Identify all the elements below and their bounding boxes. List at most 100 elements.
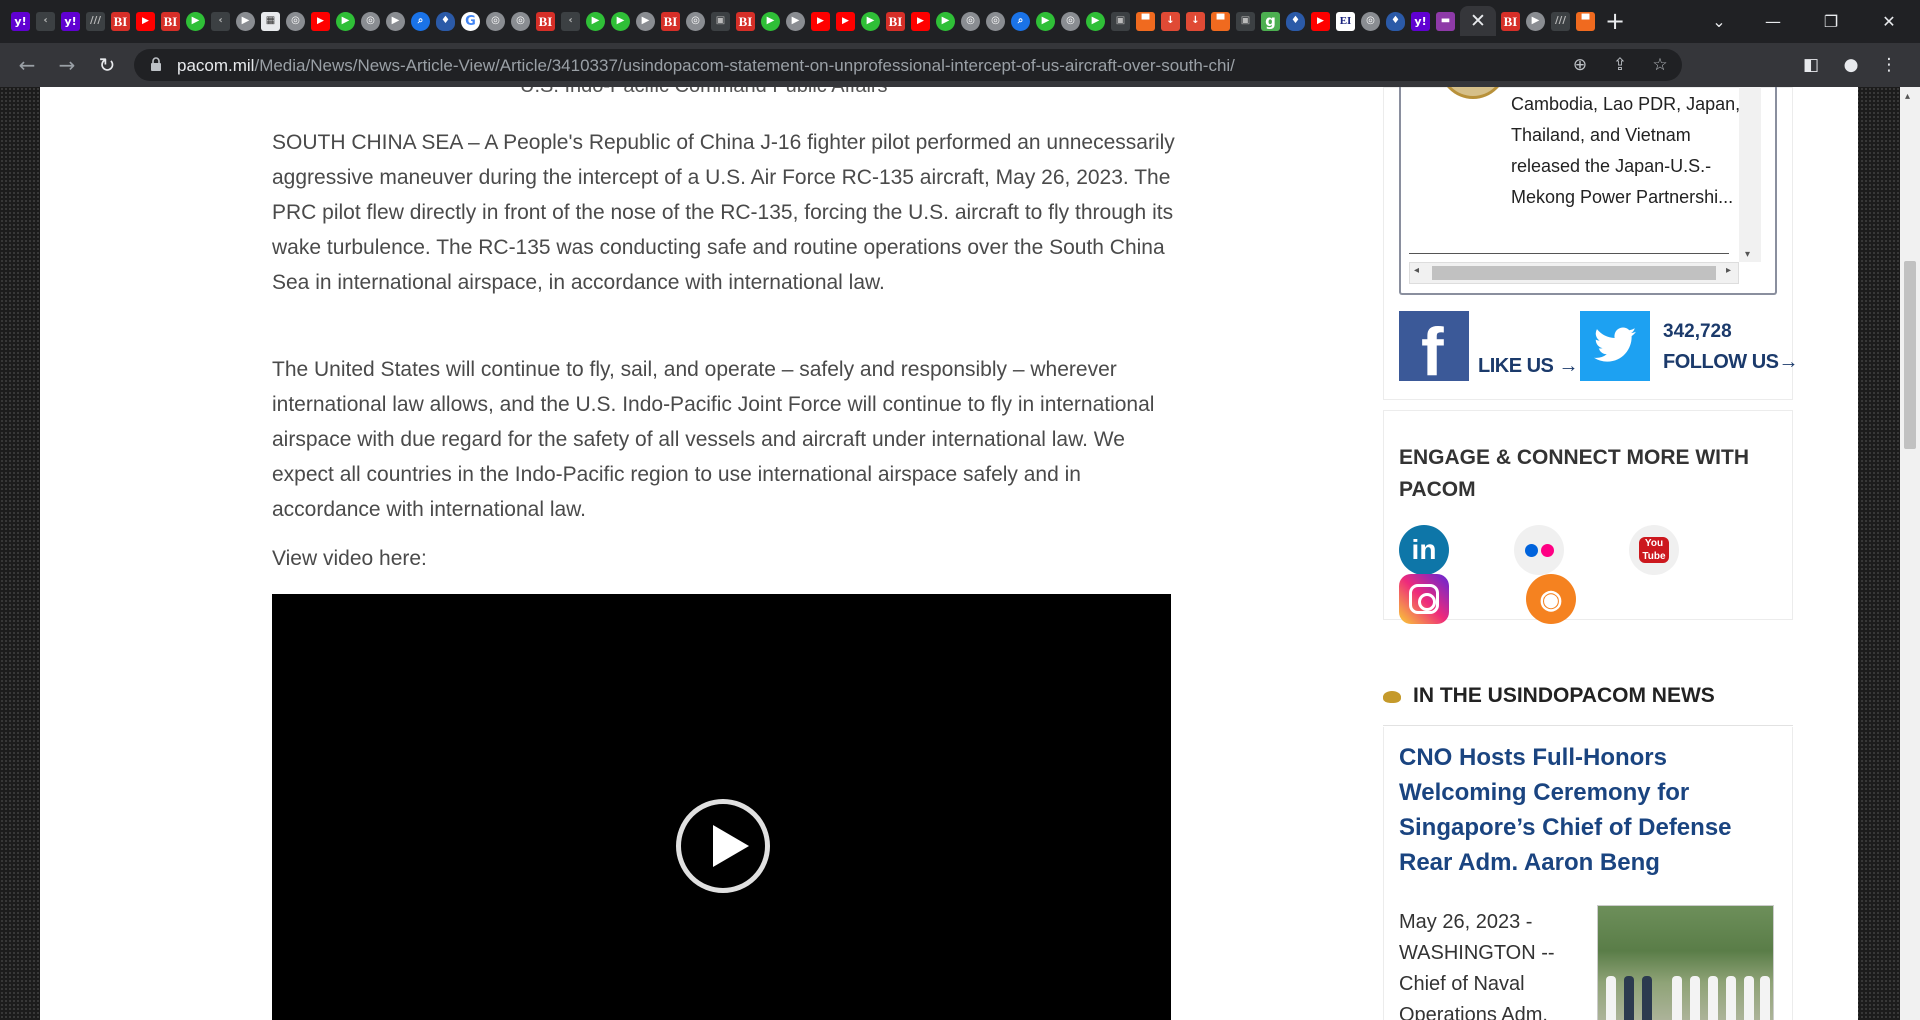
browser-tab[interactable]: ▶ (183, 6, 208, 36)
play-icon[interactable] (676, 799, 770, 893)
close-tab-icon[interactable]: ✕ (1470, 10, 1486, 32)
menu-kebab-icon[interactable]: ⋮ (1876, 52, 1902, 78)
browser-tab[interactable]: BI (883, 6, 908, 36)
browser-tab[interactable]: ◎ (483, 6, 508, 36)
browser-tab[interactable]: ▬ (1433, 6, 1458, 36)
browser-tab[interactable]: G (458, 6, 483, 36)
browser-tab[interactable]: ♦ (1283, 6, 1308, 36)
scroll-down-icon[interactable]: ▾ (1745, 249, 1750, 260)
browser-tab[interactable]: BI (658, 6, 683, 36)
side-panel-icon[interactable]: ◧ (1798, 52, 1824, 78)
browser-tab[interactable]: ▶ (333, 6, 358, 36)
widget-scroll-thumb[interactable] (1432, 266, 1716, 280)
browser-tab[interactable]: ▶ (133, 6, 158, 36)
browser-tab[interactable]: /// (1548, 6, 1573, 36)
back-button[interactable]: ← (12, 50, 42, 80)
linkedin-icon[interactable]: in (1399, 525, 1449, 575)
forward-button[interactable]: → (52, 50, 82, 80)
like-us-link[interactable]: LIKE US → (1478, 355, 1578, 378)
reload-button[interactable]: ↻ (92, 50, 122, 80)
scroll-right-icon[interactable]: ▸ (1726, 265, 1731, 276)
browser-tab[interactable]: ▶ (758, 6, 783, 36)
widget-vertical-scrollbar[interactable]: ▾ (1739, 87, 1761, 262)
browser-tab[interactable]: BI (733, 6, 758, 36)
profile-icon[interactable]: ● (1838, 52, 1864, 78)
browser-tab[interactable]: ▣ (1233, 6, 1258, 36)
browser-tab[interactable]: ◎ (508, 6, 533, 36)
browser-tab[interactable]: ▣ (708, 6, 733, 36)
browser-tab[interactable]: ▶ (608, 6, 633, 36)
address-bar[interactable]: pacom.mil/Media/News/News-Article-View/A… (134, 49, 1682, 81)
scroll-left-icon[interactable]: ◂ (1414, 265, 1419, 276)
browser-tab[interactable]: ▶ (808, 6, 833, 36)
browser-tab[interactable]: ‹ (208, 6, 233, 36)
follow-us-link[interactable]: FOLLOW US→ (1663, 351, 1798, 374)
browser-tab[interactable]: ▶ (383, 6, 408, 36)
browser-tab[interactable]: ↓ (1183, 6, 1208, 36)
widget-horizontal-scrollbar[interactable]: ◂ ▸ (1409, 262, 1739, 284)
facebook-logo[interactable]: f (1399, 311, 1469, 390)
browser-tab[interactable]: ▶ (933, 6, 958, 36)
news-item-thumbnail[interactable] (1597, 905, 1774, 1020)
browser-tab[interactable]: ◎ (1058, 6, 1083, 36)
browser-tab[interactable]: BI (158, 6, 183, 36)
browser-tab[interactable]: ▶ (633, 6, 658, 36)
page-scroll-thumb[interactable] (1904, 261, 1916, 449)
browser-tab[interactable]: y! (58, 6, 83, 36)
browser-tab[interactable]: ▶ (1083, 6, 1108, 36)
browser-tab[interactable]: ▶ (1308, 6, 1333, 36)
browser-tab[interactable]: BI (533, 6, 558, 36)
browser-tab[interactable]: ♦ (1383, 6, 1408, 36)
browser-tab[interactable]: ▀ (1208, 6, 1233, 36)
browser-tab[interactable]: ‹ (558, 6, 583, 36)
browser-tab[interactable]: ▶ (783, 6, 808, 36)
browser-tab[interactable]: ▶ (1523, 6, 1548, 36)
browser-tab[interactable]: ◎ (283, 6, 308, 36)
news-ticker-text[interactable]: Cambodia, Lao PDR, Japan, Thailand, and … (1511, 89, 1741, 213)
browser-tab[interactable]: ▶ (583, 6, 608, 36)
restore-button[interactable]: ❐ (1802, 0, 1860, 43)
video-player[interactable] (272, 594, 1171, 1020)
browser-tab[interactable]: ▶ (833, 6, 858, 36)
bookmark-star-icon[interactable]: ☆ (1648, 53, 1672, 77)
youtube-icon[interactable]: You Tube (1629, 525, 1679, 575)
browser-tab[interactable]: /// (83, 6, 108, 36)
tab-search-button[interactable]: ⌄ (1690, 0, 1748, 43)
instagram-icon[interactable] (1399, 574, 1449, 624)
share-icon[interactable]: ⇪ (1608, 53, 1632, 77)
browser-tab[interactable]: ▶ (233, 6, 258, 36)
page-scrollbar[interactable]: ▴ (1900, 87, 1920, 1020)
browser-tab[interactable]: BI (1498, 6, 1523, 36)
minimize-button[interactable]: — (1744, 0, 1802, 43)
url-text[interactable]: pacom.mil/Media/News/News-Article-View/A… (177, 56, 1235, 76)
browser-tab[interactable]: ⌕ (408, 6, 433, 36)
browser-tab[interactable]: ◎ (958, 6, 983, 36)
browser-tab[interactable]: ↓ (1158, 6, 1183, 36)
browser-tab[interactable]: y! (1408, 6, 1433, 36)
browser-tab[interactable]: ▀ (1573, 6, 1598, 36)
browser-tab[interactable]: ◎ (983, 6, 1008, 36)
browser-tab[interactable]: g (1258, 6, 1283, 36)
browser-tab[interactable]: EI (1333, 6, 1358, 36)
browser-tab[interactable]: ▶ (308, 6, 333, 36)
browser-tab[interactable]: ⌕ (1008, 6, 1033, 36)
browser-tab[interactable]: ♦ (433, 6, 458, 36)
browser-tab[interactable]: ▀ (1133, 6, 1158, 36)
browser-tab[interactable]: ▣ (1108, 6, 1133, 36)
browser-tab[interactable]: ‹ (33, 6, 58, 36)
twitter-logo[interactable] (1580, 311, 1650, 381)
zoom-icon[interactable]: ⊕ (1568, 53, 1592, 77)
browser-tab[interactable]: ◎ (358, 6, 383, 36)
scroll-up-icon[interactable]: ▴ (1905, 91, 1910, 102)
browser-tab[interactable]: y! (8, 6, 33, 36)
flickr-icon[interactable] (1514, 525, 1564, 575)
active-tab[interactable]: ✕ (1460, 6, 1496, 36)
rss-icon[interactable]: ◉ (1526, 574, 1576, 624)
browser-tab[interactable]: ▶ (1033, 6, 1058, 36)
browser-tab[interactable]: ◎ (683, 6, 708, 36)
browser-tab[interactable]: ◎ (1358, 6, 1383, 36)
close-window-button[interactable]: ✕ (1860, 0, 1918, 43)
browser-tab[interactable]: ▶ (908, 6, 933, 36)
browser-tab[interactable]: ▶ (858, 6, 883, 36)
new-tab-button[interactable]: + (1600, 6, 1630, 36)
